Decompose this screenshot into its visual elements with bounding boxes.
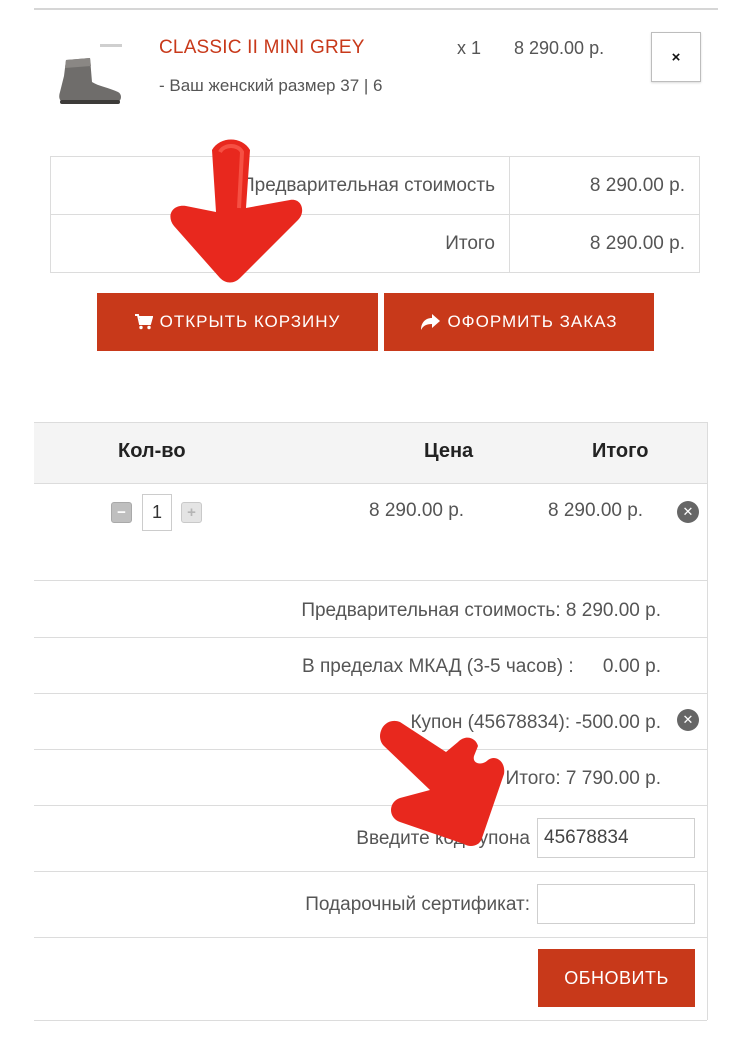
subtotal-value: 8 290.00 р. (565, 600, 661, 621)
checkout-button[interactable]: ОФОРМИТЬ ЗАКАЗ (384, 293, 654, 351)
summary-label: Предварительная стоимость (50, 156, 510, 215)
row-divider (34, 749, 707, 750)
row-divider (34, 805, 707, 806)
open-cart-label: ОТКРЫТЬ КОРЗИНУ (159, 312, 341, 331)
mini-cart-summary: Предварительная стоимость 8 290.00 р. Ит… (50, 156, 700, 273)
share-arrow-icon (420, 314, 441, 330)
row-divider (34, 871, 707, 872)
row-divider (34, 1020, 707, 1021)
summary-value: 8 290.00 р. (509, 156, 700, 215)
coupon-code-input[interactable] (537, 818, 695, 858)
delivery-row: В пределах МКАД (3-5 часов) : 0.00 р. (302, 656, 661, 678)
coupon-applied-value: -500.00 р. (575, 712, 661, 733)
remove-item-icon[interactable]: ✕ (677, 501, 699, 523)
product-name-link[interactable]: CLASSIC II MINI GREY (159, 37, 365, 59)
summary-value: 8 290.00 р. (509, 214, 700, 273)
column-header-total: Итого (592, 440, 649, 462)
total-label: Итого: (505, 768, 561, 789)
summary-row: Предварительная стоимость 8 290.00 р. (50, 156, 700, 215)
item-price: 8 290.00 р. (369, 500, 465, 521)
gift-certificate-input[interactable] (537, 884, 695, 924)
row-divider (34, 937, 707, 938)
column-header-price: Цена (424, 440, 474, 462)
cart-icon (134, 314, 153, 330)
row-divider (34, 693, 707, 694)
checkout-label: ОФОРМИТЬ ЗАКАЗ (447, 312, 618, 331)
product-price: 8 290.00 р. (514, 38, 605, 58)
gift-certificate-label: Подарочный сертификат: (305, 894, 530, 915)
remove-item-button[interactable]: × (651, 32, 701, 82)
row-divider (34, 580, 707, 581)
total-row: Итого: 7 790.00 р. (506, 768, 661, 790)
product-thumbnail[interactable] (52, 42, 132, 112)
column-header-qty: Кол-во (118, 440, 186, 462)
coupon-row: Купон (45678834): -500.00 р. (410, 712, 661, 734)
subtotal-label: Предварительная стоимость: (301, 600, 561, 621)
delivery-label: В пределах МКАД (3-5 часов) : (302, 656, 574, 677)
item-total: 8 290.00 р. (548, 500, 644, 521)
summary-row: Итого 8 290.00 р. (50, 214, 700, 273)
total-value: 7 790.00 р. (565, 768, 661, 789)
product-quantity: x 1 (457, 38, 482, 58)
quantity-increase-button[interactable]: + (181, 502, 202, 523)
open-cart-button[interactable]: ОТКРЫТЬ КОРЗИНУ (97, 293, 378, 351)
row-divider (34, 637, 707, 638)
quantity-decrease-button[interactable]: − (111, 502, 132, 523)
close-icon: × (671, 48, 681, 66)
top-divider (34, 8, 718, 10)
summary-label: Итого (50, 214, 510, 273)
update-button[interactable]: ОБНОВИТЬ (538, 949, 695, 1007)
subtotal-row: Предварительная стоимость: 8 290.00 р. (301, 600, 661, 622)
coupon-applied-label: Купон (45678834): (410, 712, 571, 733)
coupon-code-label: Введите код купона (356, 828, 530, 849)
delivery-value: 0.00 р. (602, 656, 661, 677)
quantity-input[interactable] (142, 494, 172, 531)
product-size: - Ваш женский размер 37 | 6 (159, 76, 383, 95)
remove-coupon-icon[interactable]: ✕ (677, 709, 699, 731)
